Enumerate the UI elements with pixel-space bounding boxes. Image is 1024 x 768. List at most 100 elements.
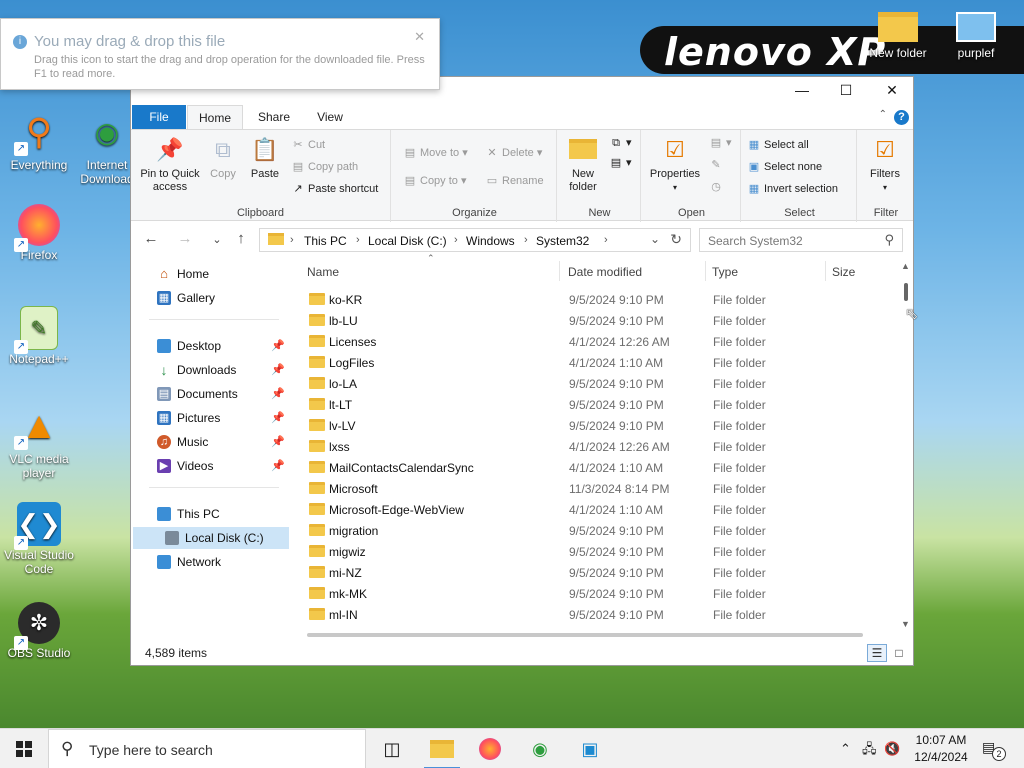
table-row[interactable]: lt-LT 9/5/2024 9:10 PM File folder bbox=[303, 394, 893, 415]
easy-access-button[interactable]: ▤ ▾ bbox=[609, 156, 632, 169]
desktop-icon-vlc[interactable]: ▲ ↗ VLC media player bbox=[2, 402, 76, 481]
move-to-button[interactable]: ▤ Move to ▾ bbox=[403, 146, 468, 159]
address-bar[interactable]: › This PC › Local Disk (C:) › Windows › … bbox=[259, 228, 691, 252]
horizontal-scrollbar[interactable] bbox=[307, 633, 863, 637]
table-row[interactable]: Microsoft-Edge-WebView 4/1/2024 1:10 AM Fi… bbox=[303, 499, 893, 520]
copy-button[interactable]: ⧉ Copy bbox=[205, 134, 241, 181]
maximize-button[interactable]: ☐ bbox=[823, 77, 869, 103]
new-item-button[interactable]: ⧉ ▾ bbox=[609, 136, 631, 150]
select-none-button[interactable]: ▣ Select none bbox=[747, 160, 822, 173]
system-clock[interactable]: 10:07 AM 12/4/2024 bbox=[906, 732, 976, 766]
taskbar-file-explorer[interactable] bbox=[418, 729, 466, 768]
table-row[interactable]: MailContactsCalendarSync 4/1/2024 1:10 AM… bbox=[303, 457, 893, 478]
rename-button[interactable]: ▭ Rename bbox=[485, 174, 544, 187]
breadcrumb-windows[interactable]: Windows bbox=[466, 234, 515, 248]
scrollbar-thumb[interactable] bbox=[904, 283, 908, 301]
nav-item-pictures[interactable]: ▦ Pictures 📌 bbox=[131, 407, 287, 429]
help-icon[interactable]: ? bbox=[894, 110, 909, 125]
forward-button[interactable]: → bbox=[175, 230, 195, 247]
address-dropdown-icon[interactable]: ⌄ bbox=[650, 232, 660, 246]
invert-selection-button[interactable]: ▦ Invert selection bbox=[747, 182, 838, 195]
breadcrumb-system32[interactable]: System32 bbox=[536, 234, 589, 248]
collapse-ribbon-icon[interactable]: ⌃ bbox=[879, 109, 887, 120]
column-header-date-modified[interactable]: Date modified bbox=[568, 265, 642, 285]
refresh-icon[interactable]: ↻ bbox=[670, 231, 682, 248]
table-row[interactable]: Licenses 4/1/2024 12:26 AM File folder bbox=[303, 331, 893, 352]
table-row[interactable]: migration 9/5/2024 9:10 PM File folder bbox=[303, 520, 893, 541]
desktop-icon-new-folder[interactable]: New folder bbox=[868, 12, 928, 60]
taskbar-app[interactable]: ▣ bbox=[566, 729, 614, 768]
edit-button[interactable]: ✎ bbox=[709, 158, 726, 171]
history-button[interactable]: ◷ bbox=[709, 180, 726, 193]
select-all-button[interactable]: ▦ Select all bbox=[747, 138, 809, 151]
tab-home[interactable]: Home bbox=[187, 105, 243, 129]
desktop-icon-obs[interactable]: ✼ ↗ OBS Studio bbox=[2, 602, 76, 660]
table-row[interactable]: LogFiles 4/1/2024 1:10 AM File folder bbox=[303, 352, 893, 373]
up-button[interactable]: ↑ bbox=[231, 230, 251, 247]
breadcrumb-this-pc[interactable]: This PC bbox=[304, 234, 347, 248]
column-header-name[interactable]: Name bbox=[307, 265, 339, 285]
tab-view[interactable]: View bbox=[305, 105, 355, 129]
table-row[interactable]: ko-KR 9/5/2024 9:10 PM File folder bbox=[303, 289, 893, 310]
nav-item-home[interactable]: ⌂ Home bbox=[131, 263, 287, 285]
desktop-icon-purplef[interactable]: purplef bbox=[944, 12, 1008, 60]
delete-button[interactable]: ✕ Delete ▾ bbox=[485, 146, 542, 159]
tab-file[interactable]: File bbox=[132, 105, 186, 129]
table-row[interactable]: ml-IN 9/5/2024 9:10 PM File folder bbox=[303, 604, 893, 625]
back-button[interactable]: ← bbox=[141, 230, 161, 247]
notifications-button[interactable]: ▤ 2 bbox=[982, 739, 1006, 761]
scroll-down-icon[interactable]: ▼ bbox=[901, 619, 910, 629]
copy-path-button[interactable]: ▤ Copy path bbox=[291, 160, 358, 173]
nav-item-network[interactable]: Network bbox=[131, 551, 287, 573]
paste-shortcut-button[interactable]: ↗ Paste shortcut bbox=[291, 182, 378, 195]
desktop-icon-notepadpp[interactable]: ✎ ↗ Notepad++ bbox=[2, 306, 76, 366]
table-row[interactable]: migwiz 9/5/2024 9:10 PM File folder bbox=[303, 541, 893, 562]
nav-item-desktop[interactable]: Desktop 📌 bbox=[131, 335, 287, 357]
filters-button[interactable]: ☑ Filters ▾ bbox=[863, 134, 907, 194]
close-icon[interactable]: ✕ bbox=[414, 29, 425, 45]
nav-item-this-pc[interactable]: This PC bbox=[131, 503, 287, 525]
nav-item-gallery[interactable]: ▦ Gallery bbox=[131, 287, 287, 309]
paste-button[interactable]: 📋 Paste bbox=[247, 134, 283, 181]
taskbar-idm[interactable]: ◉ bbox=[516, 729, 564, 768]
recent-locations-button[interactable]: ⌄ bbox=[207, 233, 227, 246]
table-row[interactable]: lxss 4/1/2024 12:26 AM File folder bbox=[303, 436, 893, 457]
column-header-type[interactable]: Type bbox=[712, 265, 738, 285]
tray-overflow-icon[interactable]: ⌃ bbox=[840, 729, 851, 768]
nav-item-documents[interactable]: ▤ Documents 📌 bbox=[131, 383, 287, 405]
copy-to-button[interactable]: ▤ Copy to ▾ bbox=[403, 174, 467, 187]
table-row[interactable]: mk-MK 9/5/2024 9:10 PM File folder bbox=[303, 583, 893, 604]
details-view-button[interactable]: ☰ bbox=[867, 644, 887, 662]
network-tray-icon[interactable]: 🖧 bbox=[862, 729, 877, 768]
table-row[interactable]: Microsoft 11/3/2024 8:14 PM File folder bbox=[303, 478, 893, 499]
close-button[interactable]: ✕ bbox=[869, 77, 915, 103]
taskbar-search-input[interactable]: ⚲ Type here to search bbox=[48, 729, 366, 768]
search-input[interactable]: Search System32 ⚲ bbox=[699, 228, 903, 252]
scroll-up-icon[interactable]: ▲ bbox=[901, 261, 910, 271]
volume-muted-icon[interactable]: 🔇 bbox=[884, 729, 900, 768]
cut-button[interactable]: ✂ Cut bbox=[291, 138, 325, 151]
properties-button[interactable]: ☑ Properties ▾ bbox=[645, 134, 705, 194]
nav-item-local-disk[interactable]: Local Disk (C:) bbox=[133, 527, 289, 549]
table-row[interactable]: lv-LV 9/5/2024 9:10 PM File folder bbox=[303, 415, 893, 436]
table-row[interactable]: lb-LU 9/5/2024 9:10 PM File folder bbox=[303, 310, 893, 331]
desktop-icon-firefox[interactable]: ↗ Firefox bbox=[2, 204, 76, 262]
minimize-button[interactable]: — bbox=[779, 77, 825, 103]
nav-item-music[interactable]: ♫ Music 📌 bbox=[131, 431, 287, 453]
start-button[interactable] bbox=[0, 729, 48, 768]
nav-item-videos[interactable]: ▶ Videos 📌 bbox=[131, 455, 287, 477]
large-icons-view-button[interactable]: □ bbox=[889, 644, 909, 662]
desktop-icon-vscode[interactable]: ❮❯ ↗ Visual Studio Code bbox=[2, 502, 76, 576]
table-row[interactable]: mi-NZ 9/5/2024 9:10 PM File folder bbox=[303, 562, 893, 583]
breadcrumb-local-disk[interactable]: Local Disk (C:) bbox=[368, 234, 447, 248]
tab-share[interactable]: Share bbox=[249, 105, 299, 129]
desktop-icon-internet-download[interactable]: ◉ Internet Download bbox=[80, 108, 134, 187]
new-folder-button[interactable]: New folder bbox=[563, 134, 603, 194]
taskbar-firefox[interactable] bbox=[466, 729, 514, 768]
task-view-button[interactable]: ◫ bbox=[368, 729, 416, 768]
column-header-size[interactable]: Size bbox=[832, 265, 855, 285]
desktop-icon-everything[interactable]: ⚲ ↗ Everything bbox=[2, 108, 76, 172]
table-row[interactable]: lo-LA 9/5/2024 9:10 PM File folder bbox=[303, 373, 893, 394]
nav-item-downloads[interactable]: ↓ Downloads 📌 bbox=[131, 359, 287, 381]
open-button[interactable]: ▤ ▾ bbox=[709, 136, 732, 149]
